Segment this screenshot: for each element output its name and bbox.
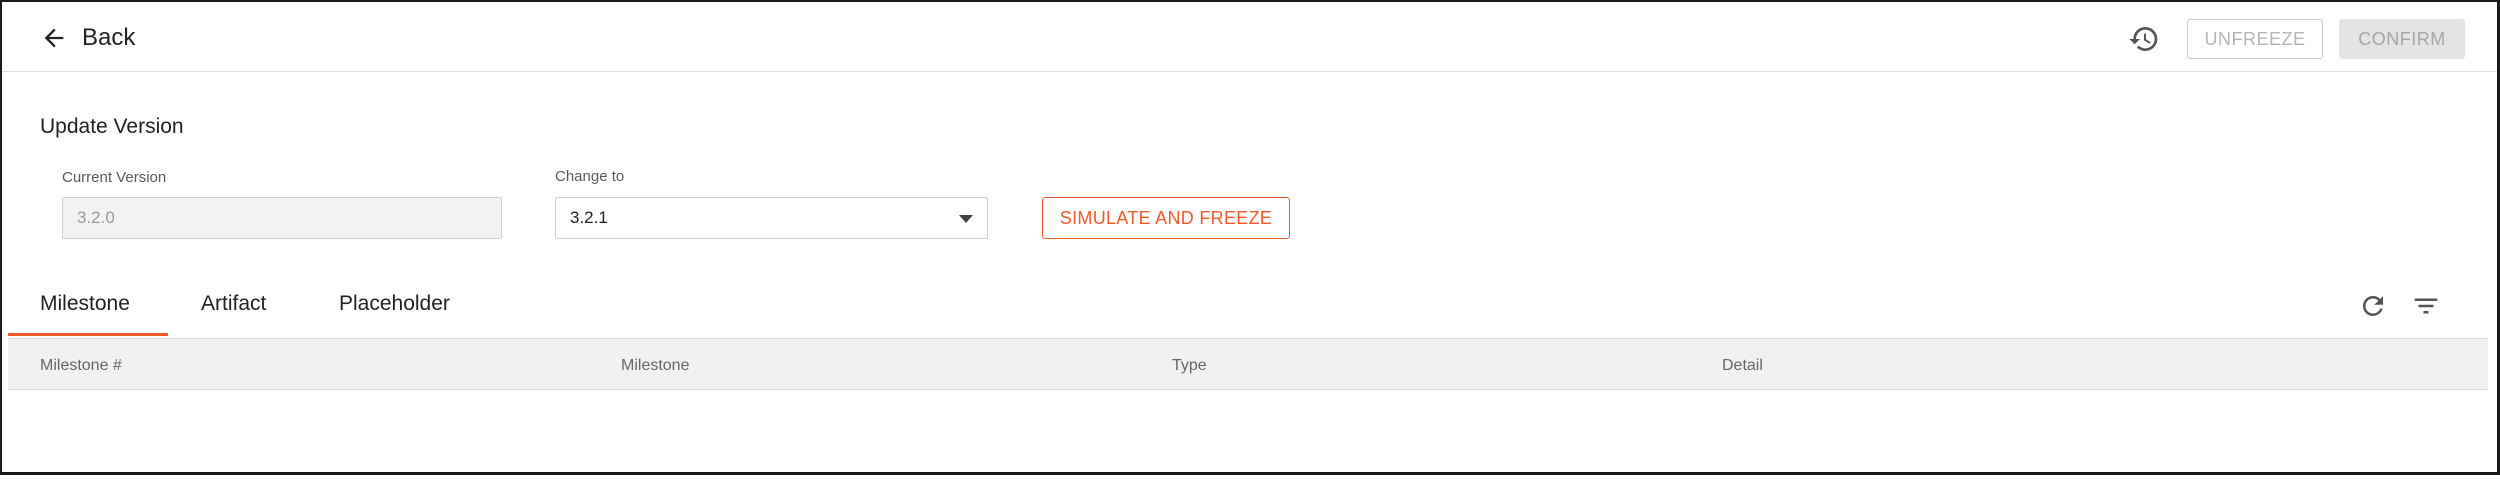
tab-placeholder[interactable]: Placeholder	[339, 292, 450, 316]
column-header-detail[interactable]: Detail	[1722, 357, 1763, 375]
tab-milestone[interactable]: Milestone	[40, 292, 130, 316]
change-to-label: Change to	[555, 168, 625, 185]
filter-icon[interactable]	[2410, 291, 2442, 321]
active-tab-indicator	[8, 333, 168, 336]
back-button[interactable]: Back	[40, 20, 135, 56]
refresh-icon[interactable]	[2358, 291, 2388, 321]
top-bar: Back UNFREEZE CONFIRM	[2, 2, 2497, 72]
back-label: Back	[82, 24, 136, 51]
column-header-milestone-number[interactable]: Milestone #	[40, 357, 122, 375]
change-to-value: 3.2.1	[570, 208, 608, 227]
section-title: Update Version	[40, 115, 184, 138]
current-version-label: Current Version	[62, 169, 167, 186]
tab-artifact[interactable]: Artifact	[201, 292, 266, 316]
confirm-button[interactable]: CONFIRM	[2339, 19, 2465, 59]
table-header: Milestone # Milestone Type Detail	[8, 338, 2488, 390]
history-icon[interactable]	[2128, 23, 2160, 55]
column-header-type[interactable]: Type	[1172, 357, 1207, 375]
chevron-down-icon	[959, 215, 973, 223]
arrow-left-icon	[44, 28, 64, 48]
app-frame: Back UNFREEZE CONFIRM Update Version Cur…	[0, 0, 2500, 475]
column-header-milestone[interactable]: Milestone	[621, 357, 689, 375]
current-version-field[interactable]	[62, 197, 502, 239]
change-to-select[interactable]: 3.2.1	[555, 197, 988, 239]
simulate-and-freeze-button[interactable]: SIMULATE AND FREEZE	[1042, 197, 1290, 239]
unfreeze-button[interactable]: UNFREEZE	[2187, 19, 2323, 59]
